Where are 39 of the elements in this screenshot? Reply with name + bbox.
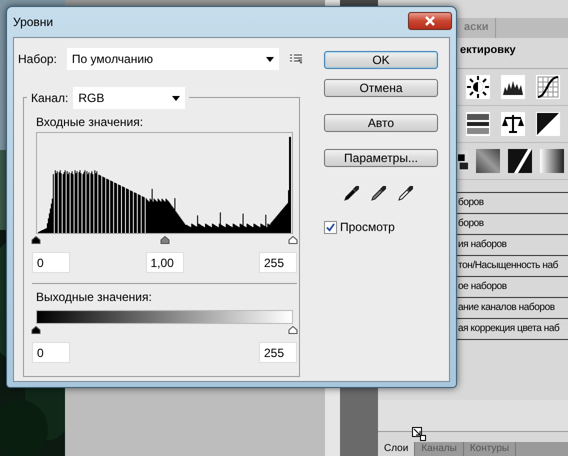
output-level-field[interactable]: 255 [259,342,297,363]
close-icon [425,16,435,26]
input-level-field[interactable]: 1,00 [146,252,184,273]
color-bars-icon[interactable] [466,112,490,136]
output-level-field[interactable]: 0 [32,342,70,363]
slider-handle[interactable] [31,236,41,244]
gradient-icon[interactable] [476,149,500,173]
output-levels-label: Выходные значения: [36,290,153,304]
preset-dropdown[interactable]: По умолчанию [66,48,279,70]
slider-handle[interactable] [288,326,298,334]
resize-icon[interactable] [412,427,426,441]
threshold-icon[interactable] [508,149,532,173]
channel-label: Канал: [31,91,68,105]
close-button[interactable] [408,12,452,30]
channel-dropdown[interactable]: RGB [73,87,186,109]
eyedropper-icon[interactable] [344,185,360,201]
brightness-icon[interactable] [466,75,490,99]
input-level-field[interactable]: 255 [259,252,297,273]
diagonal-split-icon[interactable] [536,112,560,136]
list-menu-icon[interactable] [290,54,302,64]
eyedropper-icon[interactable] [371,185,387,201]
scales-icon[interactable] [501,112,525,136]
dialog-button[interactable]: Авто [324,114,438,132]
curves-icon[interactable] [536,75,560,99]
slider-handle[interactable] [160,236,170,244]
input-level-field[interactable]: 0 [32,252,70,273]
slider-handle[interactable] [31,326,41,334]
dialog-button[interactable]: Параметры... [324,149,438,167]
slider-handle[interactable] [288,236,298,244]
input-levels-label: Входные значения: [36,115,144,129]
panel-tab[interactable]: Слои [378,442,416,456]
preset-label: Набор: [18,52,57,66]
preview-checkbox[interactable] [324,220,337,234]
window-title: Уровни [13,15,54,29]
dialog-button[interactable]: OK [324,51,438,69]
eyedropper-icon[interactable] [398,185,414,201]
gradient-map-icon[interactable] [540,149,564,173]
dialog-button[interactable]: Отмена [324,79,438,97]
histogram-icon[interactable] [501,75,525,99]
